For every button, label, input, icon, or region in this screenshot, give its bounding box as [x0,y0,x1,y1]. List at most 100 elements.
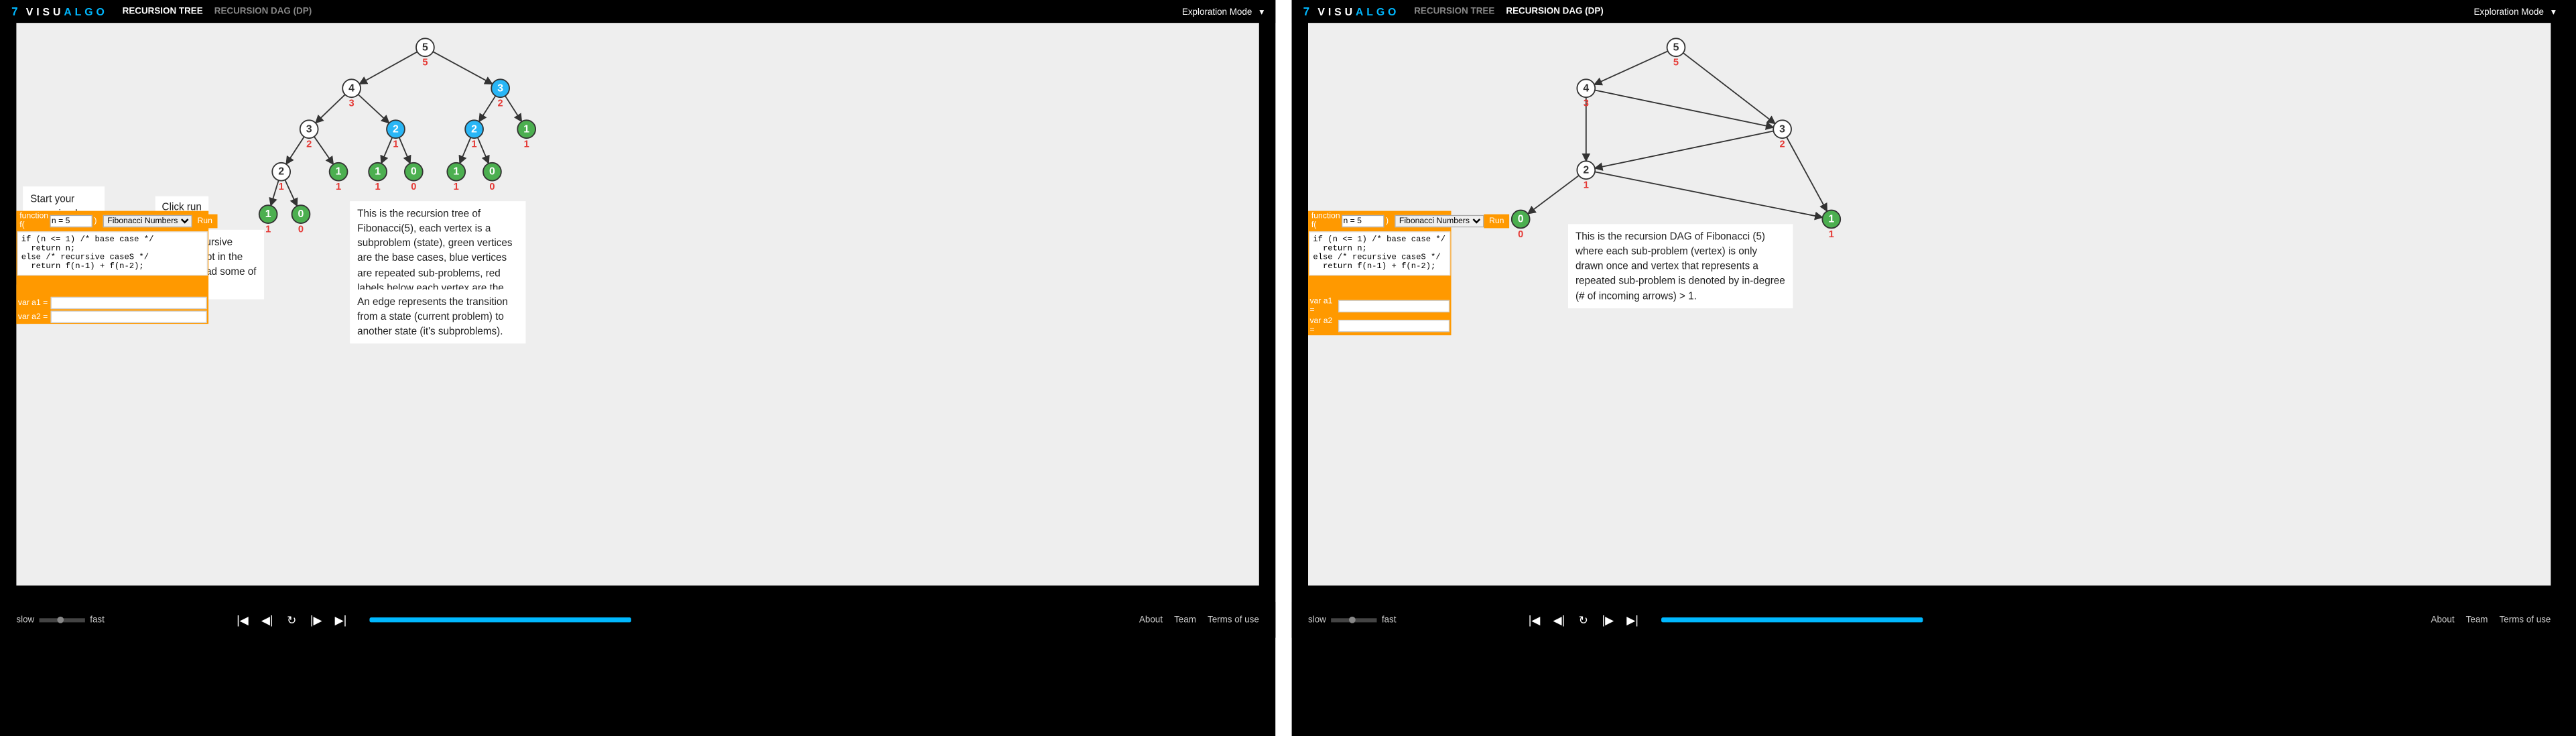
skip-start-icon[interactable]: |◀ [235,613,250,627]
svg-text:3: 3 [1779,123,1785,135]
svg-text:1: 1 [523,123,529,135]
link-team[interactable]: Team [1174,615,1196,625]
svg-text:1: 1 [265,208,271,220]
n-input[interactable] [50,214,92,227]
var-a1-input[interactable] [1338,300,1450,312]
graph-edge [505,96,522,121]
graph-node[interactable]: 55 [416,38,434,68]
tab-recursion-dag[interactable]: RECURSION DAG (DP) [214,7,312,17]
svg-text:1: 1 [265,224,271,235]
graph-node[interactable]: 43 [1577,79,1595,109]
timeline-slider[interactable] [1661,617,1923,622]
step-back-icon[interactable]: ◀| [260,613,275,627]
var-a2-input[interactable] [51,311,207,323]
svg-text:2: 2 [278,166,284,178]
step-forward-icon[interactable]: |▶ [1600,613,1615,627]
mode-dropdown[interactable]: Exploration Mode ▾ [2473,6,2555,17]
graph-node[interactable]: 32 [300,120,318,149]
graph-edge [460,137,470,164]
svg-text:3: 3 [1584,99,1589,109]
var-a1-input[interactable] [51,297,207,309]
n-input[interactable] [1342,214,1384,227]
bottom-bar: slow fast |◀ ◀| ↻ |▶ ▶| About Team Terms… [0,602,1275,638]
step-forward-icon[interactable]: |▶ [309,613,324,627]
timeline-slider[interactable] [369,617,631,622]
svg-text:1: 1 [336,182,341,192]
tab-recursion-tree[interactable]: RECURSION TREE [123,7,203,17]
bottom-bar: slow fast |◀ ◀| ↻ |▶ ▶| About Team Terms… [1292,602,2567,638]
var-a2-input[interactable] [1338,319,1450,331]
graph-edge [1595,172,1823,217]
svg-text:0: 0 [411,166,417,178]
link-about[interactable]: About [1139,615,1163,625]
graph-edge [314,137,334,164]
run-button[interactable]: Run [1484,214,1509,228]
graph-node[interactable]: 55 [1667,38,1685,68]
speed-slider[interactable] [1331,618,1376,622]
svg-text:1: 1 [375,166,381,178]
svg-text:1: 1 [1828,213,1834,225]
link-team[interactable]: Team [2466,615,2488,625]
graph-edge [479,96,496,121]
code-editor[interactable]: if (n <= 1) /* base case */ return n; el… [17,231,208,275]
playback-controls: |◀ ◀| ↻ |▶ ▶| [235,613,348,627]
footer-links: About Team Terms of use [1139,615,1259,625]
replay-icon[interactable]: ↻ [284,613,299,627]
preset-select[interactable]: Fibonacci Numbers [103,214,192,227]
skip-end-icon[interactable]: ▶| [1625,613,1640,627]
skip-start-icon[interactable]: |◀ [1527,613,1542,627]
graph-edge [359,52,417,84]
step-back-icon[interactable]: ◀| [1551,613,1566,627]
logo-badge: 7 [11,5,18,18]
link-terms[interactable]: Terms of use [1208,615,1259,625]
chevron-down-icon: ▾ [2551,6,2556,17]
link-terms[interactable]: Terms of use [2500,615,2551,625]
run-button[interactable]: Run [192,214,217,228]
speed-slider[interactable] [40,618,85,622]
graph-node[interactable]: 21 [272,163,290,192]
code-header: function f( ) Fibonacci Numbers Run [1308,211,1452,231]
graph-node[interactable]: 11 [1822,210,1840,240]
graph-node[interactable]: 00 [1512,210,1530,240]
tab-recursion-dag[interactable]: RECURSION DAG (DP) [1506,7,1603,17]
graph-edge [399,137,410,164]
graph-node[interactable]: 11 [447,163,465,192]
footer-links: About Team Terms of use [2431,615,2551,625]
graph-node[interactable]: 43 [342,79,361,109]
graph-node[interactable]: 11 [330,163,348,192]
skip-end-icon[interactable]: ▶| [333,613,348,627]
speed-fast-label: fast [1382,615,1397,625]
svg-text:2: 2 [1780,139,1785,150]
svg-text:5: 5 [422,58,428,68]
svg-text:1: 1 [454,182,459,192]
speed-slow-label: slow [16,615,34,625]
logo[interactable]: VISUALGO [26,5,108,17]
code-editor[interactable]: if (n <= 1) /* base case */ return n; el… [1309,231,1450,275]
svg-text:2: 2 [393,123,399,135]
recursion-dag-graph: 554332210011 [1308,23,2551,585]
svg-text:2: 2 [498,99,503,109]
graph-node[interactable]: 32 [491,79,509,109]
svg-text:3: 3 [497,82,503,94]
graph-node[interactable]: 11 [517,120,535,149]
graph-node[interactable]: 00 [483,163,501,192]
graph-node[interactable]: 21 [1577,161,1595,190]
playback-controls: |◀ ◀| ↻ |▶ ▶| [1527,613,1640,627]
graph-node[interactable]: 00 [405,163,423,192]
graph-node[interactable]: 32 [1773,120,1791,149]
replay-icon[interactable]: ↻ [1576,613,1591,627]
link-about[interactable]: About [2431,615,2455,625]
mode-dropdown[interactable]: Exploration Mode ▾ [1182,6,1264,17]
svg-text:2: 2 [306,139,312,150]
preset-select[interactable]: Fibonacci Numbers [1395,214,1484,227]
mode-label: Exploration Mode [1182,7,1252,17]
code-header: function f( ) Fibonacci Numbers Run [16,211,208,231]
graph-node[interactable]: 11 [369,163,387,192]
svg-text:3: 3 [349,99,355,109]
tab-recursion-tree[interactable]: RECURSION TREE [1414,7,1494,17]
graph-node[interactable]: 00 [292,205,310,235]
svg-text:4: 4 [348,82,355,94]
chevron-down-icon: ▾ [1259,6,1264,17]
logo[interactable]: VISUALGO [1317,5,1399,17]
annotation-edge-desc: An edge represents the transition from a… [350,290,525,344]
